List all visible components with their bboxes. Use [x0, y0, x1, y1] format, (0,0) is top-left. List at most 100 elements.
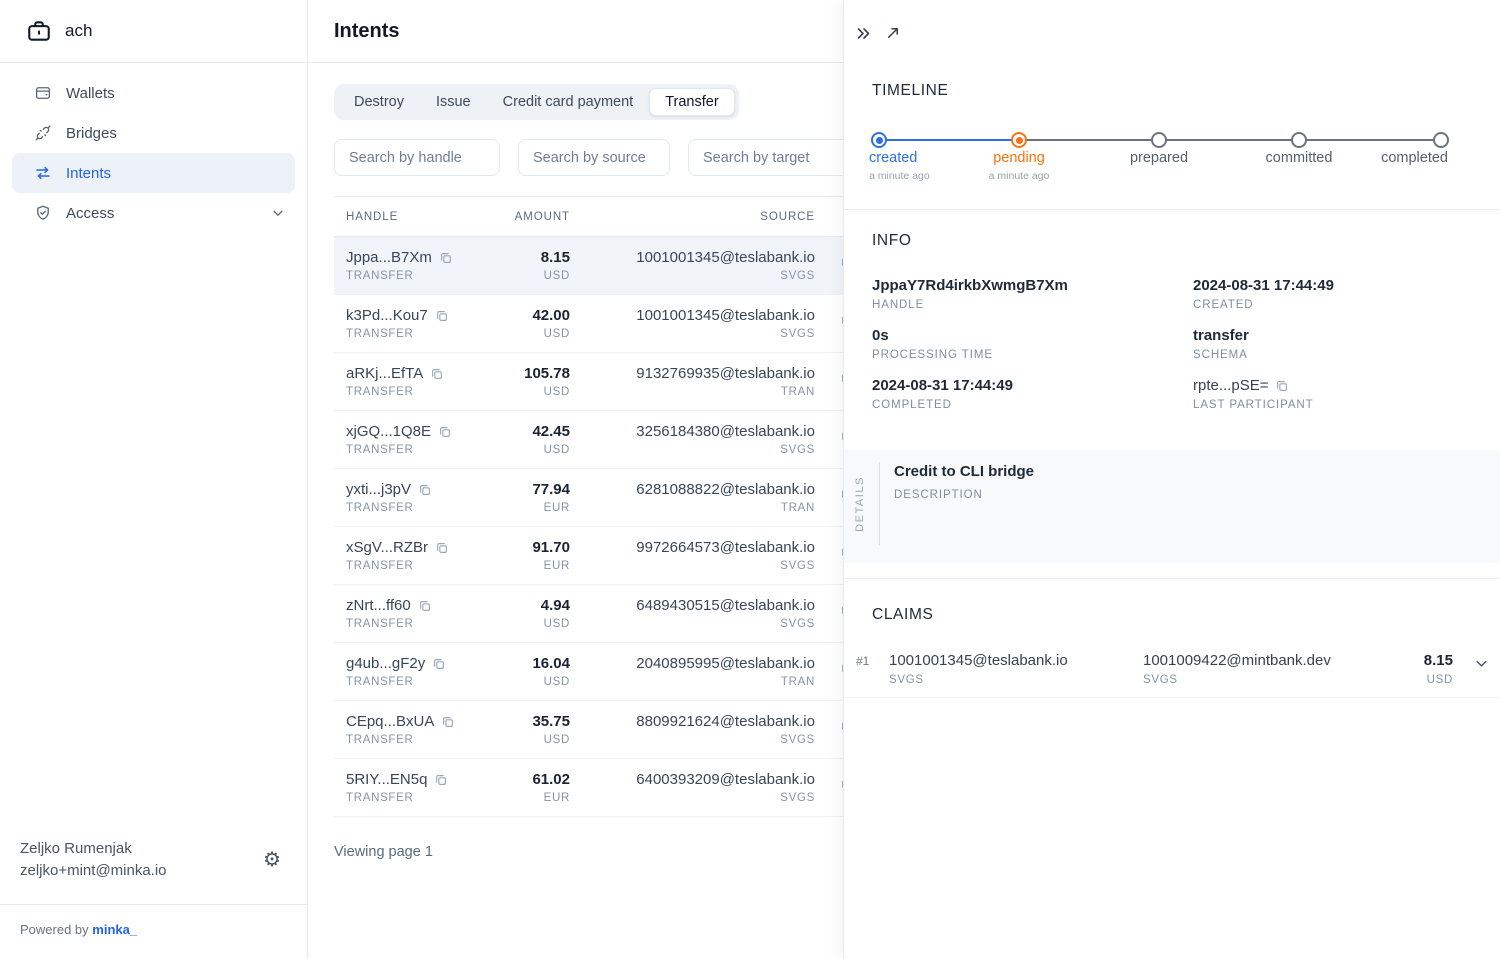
- intent-source: 6489430515@teslabank.io: [584, 597, 815, 614]
- intent-source-type: SVGS: [584, 618, 815, 630]
- intent-type: TRANSFER: [346, 734, 504, 746]
- intent-currency: USD: [504, 270, 570, 282]
- table-row[interactable]: Jppa...B7XmTRANSFER 8.15USD 1001001345@t…: [334, 237, 894, 295]
- copy-icon[interactable]: [435, 309, 449, 323]
- intent-handle: k3Pd...Kou7: [346, 307, 428, 324]
- table-row[interactable]: zNrt...ff60TRANSFER 4.94USD 6489430515@t…: [334, 585, 894, 643]
- intent-handle: CEpq...BxUA: [346, 713, 434, 730]
- tab-credit-card-payment[interactable]: Credit card payment: [487, 88, 650, 116]
- shield-check-icon: [34, 204, 52, 222]
- intent-source-type: SVGS: [584, 560, 815, 572]
- sidebar-item-bridges[interactable]: Bridges: [12, 113, 295, 153]
- ledger-selector[interactable]: ach: [0, 0, 307, 63]
- copy-icon[interactable]: [418, 483, 432, 497]
- tab-destroy[interactable]: Destroy: [338, 88, 420, 116]
- intent-type: TRANSFER: [346, 386, 504, 398]
- copy-icon[interactable]: [418, 599, 432, 613]
- timeline-step-label: pending: [964, 150, 1074, 166]
- column-header-source: SOURCE: [584, 211, 819, 223]
- copy-icon[interactable]: [438, 425, 452, 439]
- intent-amount: 105.78: [504, 365, 570, 382]
- search-by-handle-input[interactable]: [334, 139, 500, 176]
- collapse-panel-icon[interactable]: [854, 25, 871, 42]
- sidebar-item-intents[interactable]: Intents: [12, 153, 295, 193]
- copy-icon[interactable]: [441, 715, 455, 729]
- intent-amount: 16.04: [504, 655, 570, 672]
- intent-source: 8809921624@teslabank.io: [584, 713, 815, 730]
- sidebar-item-label: Bridges: [66, 125, 117, 142]
- chevron-down-icon: [271, 206, 285, 220]
- intent-source-type: SVGS: [584, 444, 815, 456]
- table-row[interactable]: 5RIY...EN5qTRANSFER 61.02EUR 6400393209@…: [334, 759, 894, 817]
- intent-handle: aRKj...EfTA: [346, 365, 423, 382]
- intent-amount: 4.94: [504, 597, 570, 614]
- info-field-handle: JppaY7Rd4irkbXwmgB7Xm HANDLE: [872, 277, 1193, 311]
- timeline-progress: [879, 139, 1019, 141]
- table-row[interactable]: xjGQ...1Q8ETRANSFER 42.45USD 3256184380@…: [334, 411, 894, 469]
- intent-currency: USD: [504, 386, 570, 398]
- intent-currency: EUR: [504, 560, 570, 572]
- intent-source-type: SVGS: [584, 792, 815, 804]
- table-row[interactable]: k3Pd...Kou7TRANSFER 42.00USD 1001001345@…: [334, 295, 894, 353]
- claim-row[interactable]: #1 1001001345@teslabank.io SVGS 10010094…: [844, 645, 1500, 697]
- sidebar-footer: Zeljko Rumenjak zeljko+mint@minka.io ⚙ P…: [0, 820, 307, 959]
- copy-icon[interactable]: [434, 773, 448, 787]
- intent-amount: 42.45: [504, 423, 570, 440]
- details-section: DETAILS Credit to CLI bridge DESCRIPTION: [844, 450, 1500, 563]
- info-field-created: 2024-08-31 17:44:49 CREATED: [1193, 277, 1334, 311]
- sidebar-nav: Wallets Bridges Intents: [0, 63, 307, 233]
- copy-icon[interactable]: [439, 251, 453, 265]
- description-label: DESCRIPTION: [894, 489, 983, 501]
- search-by-source-input[interactable]: [518, 139, 670, 176]
- sidebar-item-wallets[interactable]: Wallets: [12, 73, 295, 113]
- intent-currency: USD: [504, 676, 570, 688]
- gear-icon[interactable]: ⚙: [263, 850, 281, 870]
- sidebar: ach Wallets Bridges: [0, 0, 308, 959]
- tab-issue[interactable]: Issue: [420, 88, 487, 116]
- tab-transfer[interactable]: Transfer: [649, 88, 734, 116]
- intent-source: 9132769935@teslabank.io: [584, 365, 815, 382]
- copy-icon[interactable]: [432, 657, 446, 671]
- intent-source: 9972664573@teslabank.io: [584, 539, 815, 556]
- column-header-handle: HANDLE: [334, 211, 504, 223]
- table-row[interactable]: xSgV...RZBrTRANSFER 91.70EUR 9972664573@…: [334, 527, 894, 585]
- user-name: Zeljko Rumenjak: [20, 838, 167, 860]
- plug-icon: [34, 124, 52, 142]
- copy-icon[interactable]: [430, 367, 444, 381]
- table-row[interactable]: aRKj...EfTA TRANSFER 105.78 USD 9132769935…: [334, 353, 894, 411]
- sidebar-item-access[interactable]: Access: [12, 193, 295, 233]
- intent-handle: g4ub...gF2y: [346, 655, 425, 672]
- timeline-dot-pending: [1011, 132, 1027, 148]
- intent-source-type: TRAN: [584, 386, 815, 398]
- table-row[interactable]: yxti...j3pVTRANSFER 77.94EUR 6281088822@…: [334, 469, 894, 527]
- timeline-dot-prepared: [1151, 132, 1167, 148]
- expand-panel-icon[interactable]: [885, 25, 901, 41]
- minka-brand-link[interactable]: minka_: [92, 922, 137, 937]
- intent-type: TRANSFER: [346, 328, 504, 340]
- description-value: Credit to CLI bridge: [894, 463, 1034, 480]
- table-row[interactable]: g4ub...gF2yTRANSFER 16.04USD 2040895995@…: [334, 643, 894, 701]
- section-divider: [844, 209, 1500, 210]
- table-row[interactable]: CEpq...BxUATRANSFER 35.75USD 8809921624@…: [334, 701, 894, 759]
- intent-source: 2040895995@teslabank.io: [584, 655, 815, 672]
- intent-handle: yxti...j3pV: [346, 481, 411, 498]
- timeline-step-label: completed: [1338, 150, 1448, 166]
- intent-source-type: TRAN: [584, 676, 815, 688]
- intent-handle: zNrt...ff60: [346, 597, 411, 614]
- intent-amount: 91.70: [504, 539, 570, 556]
- timeline-heading: TIMELINE: [872, 82, 948, 100]
- info-field-last-participant: rpte...pSE= LAST PARTICIPANT: [1193, 377, 1334, 411]
- copy-icon[interactable]: [1275, 379, 1289, 393]
- column-header-amount: AMOUNT: [504, 211, 584, 223]
- intent-type-tabs: Destroy Issue Credit card payment Transf…: [334, 84, 739, 120]
- sidebar-item-label: Intents: [66, 165, 111, 182]
- powered-by-label: Powered by: [20, 922, 89, 937]
- intent-source-type: SVGS: [584, 270, 815, 282]
- intent-type: TRANSFER: [346, 502, 504, 514]
- intents-table: HANDLE AMOUNT SOURCE Jppa...B7XmTRANSFER…: [334, 196, 894, 817]
- intent-type: TRANSFER: [346, 792, 504, 804]
- intent-source-type: SVGS: [584, 734, 815, 746]
- intent-handle: 5RIY...EN5q: [346, 771, 427, 788]
- chevron-down-icon[interactable]: [1474, 656, 1489, 671]
- copy-icon[interactable]: [435, 541, 449, 555]
